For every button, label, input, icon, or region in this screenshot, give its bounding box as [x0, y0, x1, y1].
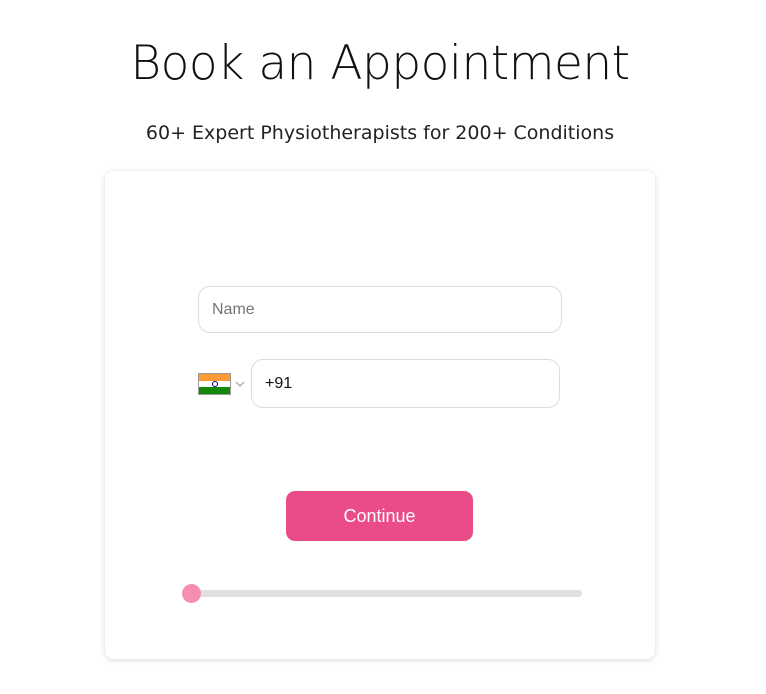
progress-slider-thumb[interactable]	[181, 584, 201, 603]
country-code-select[interactable]	[198, 370, 248, 398]
phone-input[interactable]	[251, 359, 560, 408]
page-subtitle: 60+ Expert Physiotherapists for 200+ Con…	[145, 122, 615, 144]
continue-button[interactable]: Continue	[286, 491, 473, 541]
booking-form-card: Continue	[105, 171, 655, 659]
progress-slider-track[interactable]	[181, 584, 582, 603]
name-input[interactable]	[198, 286, 562, 333]
chevron-down-icon	[235, 381, 245, 387]
india-flag-icon	[198, 373, 231, 395]
page-title: Book an Appointment	[130, 36, 630, 91]
